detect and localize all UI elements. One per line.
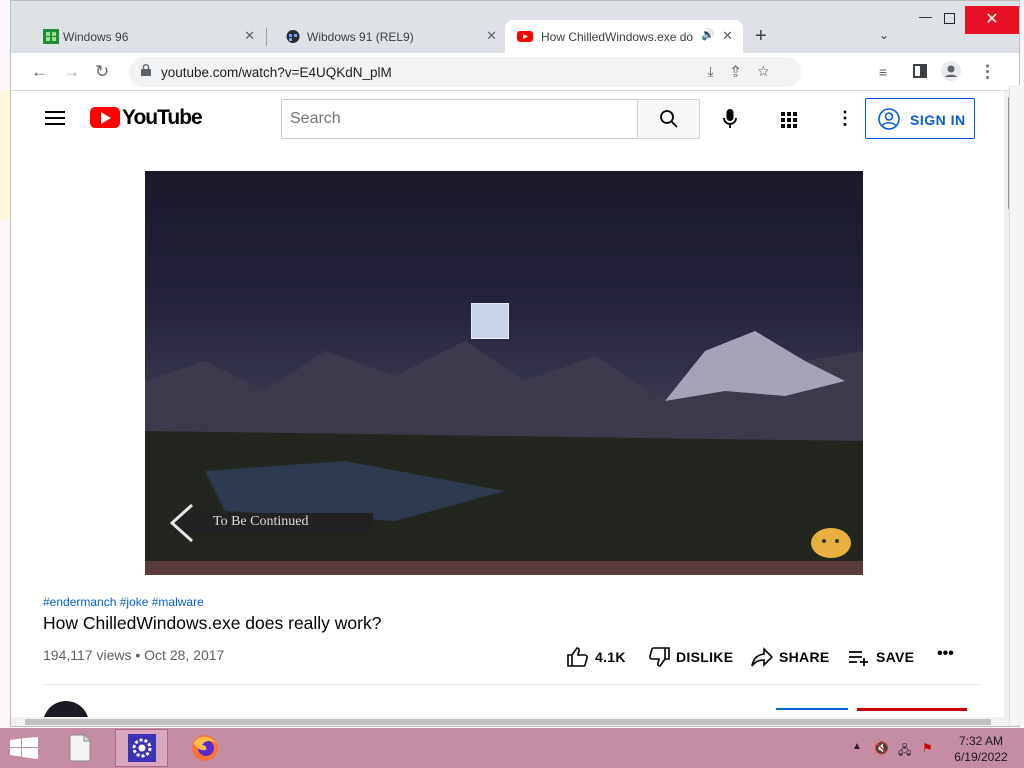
- dislike-icon[interactable]: [648, 647, 670, 667]
- youtube-page: YouTube ⋮ SIGN IN: [11, 91, 1004, 717]
- horizontal-scrollbar-thumb[interactable]: [25, 719, 991, 725]
- taskbar-settings[interactable]: [115, 729, 168, 767]
- like-icon[interactable]: [567, 647, 589, 667]
- banner-text: To Be Continued: [213, 514, 309, 529]
- window-close-button[interactable]: ✕: [965, 6, 1019, 34]
- tab-wibdows-91[interactable]: Wibdows 91 (REL9) ✕: [267, 20, 507, 53]
- video-taskbar: [145, 561, 863, 575]
- tab-windows-96[interactable]: Windows 96 ✕: [25, 20, 265, 53]
- taskbar: ▲ 🔇 🖧 ⚑ 7:32 AM 6/19/2022: [0, 728, 1024, 768]
- share-icon[interactable]: [751, 647, 773, 667]
- apps-grid-icon[interactable]: [781, 112, 797, 128]
- taskbar-firefox[interactable]: [178, 729, 231, 767]
- like-count[interactable]: 4.1K: [595, 649, 626, 665]
- video-title: How ChilledWindows.exe does really work?: [43, 613, 382, 633]
- search-box[interactable]: [281, 99, 638, 139]
- browser-menu-icon[interactable]: ⋮: [979, 62, 996, 82]
- new-tab-icon[interactable]: +: [755, 25, 767, 48]
- sign-in-button[interactable]: SIGN IN: [865, 98, 975, 139]
- network-icon[interactable]: 🖧: [898, 741, 911, 762]
- taskbar-file-explorer[interactable]: [55, 729, 108, 767]
- dislike-label[interactable]: DISLIKE: [676, 649, 733, 665]
- save-label[interactable]: SAVE: [876, 649, 914, 665]
- minimize-icon[interactable]: —: [919, 9, 932, 24]
- microphone-icon[interactable]: [723, 109, 737, 129]
- video-player[interactable]: To Be Continued: [145, 171, 863, 575]
- tab-search-chevron-icon[interactable]: ⌄: [879, 28, 889, 42]
- more-actions-icon[interactable]: •••: [937, 645, 954, 663]
- user-circle-icon: [878, 108, 900, 130]
- subscribe-button-partial[interactable]: [857, 708, 967, 717]
- audio-playing-icon[interactable]: 🔊: [701, 28, 715, 41]
- save-playlist-icon[interactable]: [848, 647, 870, 667]
- tab-title: Wibdows 91 (REL9): [307, 30, 414, 44]
- tray-overflow-icon[interactable]: ▲: [852, 741, 862, 752]
- lock-icon: [141, 64, 151, 76]
- share-page-icon[interactable]: ⇪: [732, 63, 758, 79]
- install-icon[interactable]: ⤓: [707, 63, 731, 79]
- channel-avatar[interactable]: [43, 701, 89, 717]
- youtube-logo-text[interactable]: YouTube: [122, 106, 203, 130]
- to-be-continued-banner: To Be Continued: [173, 513, 373, 533]
- tab-title: Windows 96: [63, 30, 129, 44]
- clock-time: 7:32 AM: [958, 734, 1004, 748]
- clock[interactable]: 7:32 AM 6/19/2022: [950, 733, 1012, 765]
- maximize-icon[interactable]: [944, 12, 955, 27]
- back-icon[interactable]: ←: [31, 62, 48, 82]
- video-frame-landscape: [145, 331, 863, 575]
- reload-icon[interactable]: ↻: [95, 62, 109, 82]
- youtube-favicon-icon: [517, 31, 533, 42]
- tab-title: How ChilledWindows.exe do: [541, 30, 693, 44]
- side-panel-icon[interactable]: [913, 63, 927, 83]
- bookmark-star-icon[interactable]: ☆: [758, 63, 787, 79]
- gear-icon: [128, 734, 156, 762]
- volume-muted-icon[interactable]: 🔇: [874, 741, 889, 755]
- action-center-icon[interactable]: ⚑: [922, 741, 933, 755]
- search-input[interactable]: [282, 100, 637, 138]
- omnibox-actions: ⤓⇪☆: [707, 63, 787, 80]
- tab-youtube-active[interactable]: How ChilledWindows.exe do 🔊 ✕: [505, 20, 743, 53]
- clock-date: 6/19/2022: [954, 750, 1008, 764]
- settings-dots-icon[interactable]: ⋮: [836, 108, 854, 129]
- tab-close-icon[interactable]: ✕: [486, 28, 497, 44]
- divider: [43, 684, 981, 685]
- windows96-icon: [43, 29, 59, 44]
- browser-window: Windows 96 ✕ Wibdows 91 (REL9) ✕ How Chi…: [10, 0, 1020, 727]
- sign-in-label: SIGN IN: [910, 112, 966, 128]
- document-icon: [69, 734, 91, 762]
- tab-close-icon[interactable]: ✕: [722, 28, 733, 44]
- guide-menu-icon[interactable]: [45, 111, 65, 125]
- youtube-logo-icon[interactable]: [90, 107, 120, 128]
- horizontal-scrollbar[interactable]: [11, 717, 1019, 726]
- channel-watermark-icon: [811, 528, 851, 558]
- yt-header: YouTube ⋮ SIGN IN: [11, 91, 1004, 147]
- desktop-scrollbar[interactable]: [1009, 85, 1024, 725]
- wibdows91-icon: [286, 30, 300, 43]
- search-icon: [660, 110, 678, 128]
- address-bar[interactable]: youtube.com/watch?v=E4UQKdN_plM ⤓⇪☆: [129, 57, 801, 87]
- video-arrow-icon: [169, 503, 194, 543]
- url-text: youtube.com/watch?v=E4UQKdN_plM: [161, 65, 392, 80]
- profile-avatar[interactable]: [941, 61, 961, 86]
- search-button[interactable]: [637, 99, 700, 139]
- media-queue-icon[interactable]: ≡: [879, 64, 887, 80]
- forward-icon[interactable]: →: [63, 62, 80, 82]
- center-app-icon: [471, 303, 509, 339]
- share-label[interactable]: SHARE: [779, 649, 830, 665]
- view-count-date: 194,117 views • Oct 28, 2017: [43, 647, 225, 663]
- join-button-partial[interactable]: [776, 708, 848, 717]
- video-hashtags[interactable]: #endermanch #joke #malware: [43, 595, 204, 609]
- tab-strip: Windows 96 ✕ Wibdows 91 (REL9) ✕ How Chi…: [11, 1, 1019, 53]
- start-button-icon[interactable]: [10, 737, 38, 759]
- firefox-icon: [192, 735, 218, 761]
- tab-close-icon[interactable]: ✕: [244, 28, 255, 44]
- browser-toolbar: ← → ↻ youtube.com/watch?v=E4UQKdN_plM ⤓⇪…: [11, 53, 1019, 91]
